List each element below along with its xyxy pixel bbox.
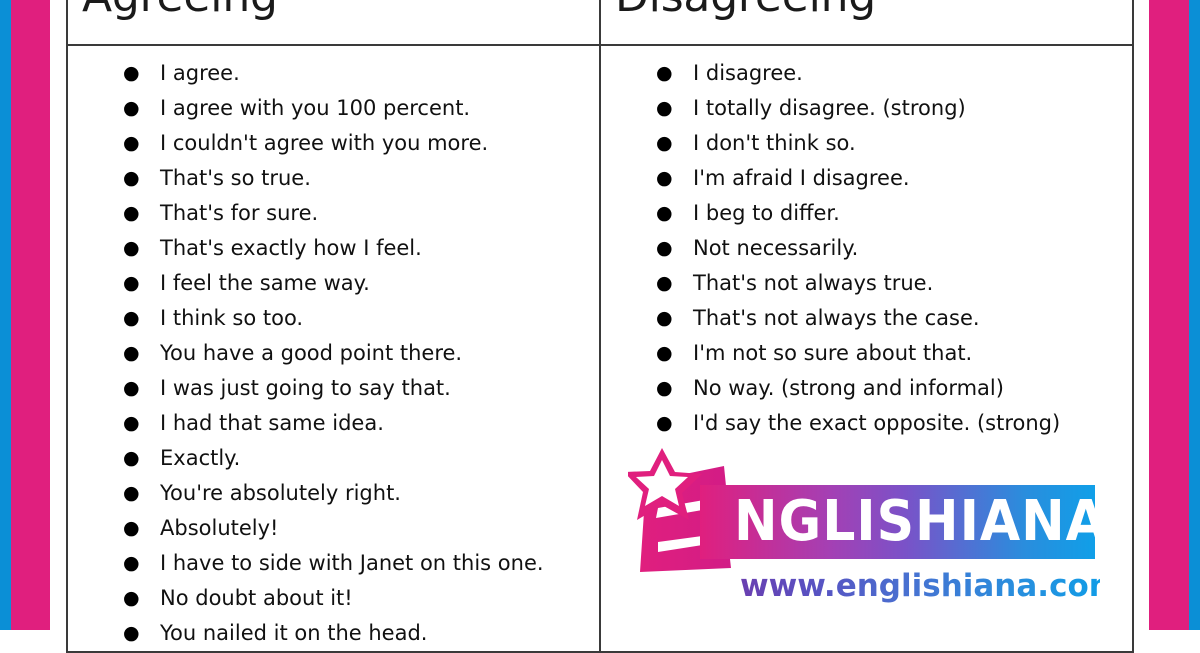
list-item-label: You nailed it on the head. — [160, 621, 428, 645]
list-item-label: I'm not so sure about that. — [693, 341, 973, 365]
bullet-icon: ● — [123, 307, 140, 329]
right-blue-edge-stripe — [1189, 0, 1200, 630]
list-item-label: I couldn't agree with you more. — [160, 131, 489, 155]
list-item-label: I agree with you 100 percent. — [160, 96, 471, 120]
list-item-label: That's exactly how I feel. — [160, 236, 422, 260]
list-item: ● I was just going to say that. — [68, 371, 599, 406]
list-item-label: I have to side with Janet on this one. — [160, 551, 544, 575]
bullet-icon: ● — [123, 202, 140, 224]
bullet-icon: ● — [656, 97, 673, 119]
left-blue-edge-stripe — [0, 0, 11, 630]
logo-wordmark-text: NGLISHIANA — [734, 489, 1107, 554]
list-item-label: You're absolutely right. — [160, 481, 401, 505]
list-item-label: No doubt about it! — [160, 586, 353, 610]
bullet-icon: ● — [656, 167, 673, 189]
logo-website-url[interactable]: www.englishiana.com — [740, 564, 1121, 608]
bullet-icon: ● — [656, 377, 673, 399]
list-item-label: I agree. — [160, 61, 240, 85]
bullet-icon: ● — [656, 272, 673, 294]
list-item-label: I had that same idea. — [160, 411, 384, 435]
list-item: ● That's so true. — [68, 161, 599, 196]
bullet-icon: ● — [656, 202, 673, 224]
list-item: ● Exactly. — [68, 441, 599, 476]
column-body-agreeing: ● I agree. ● I agree with you 100 percent. ●… — [66, 44, 601, 653]
bullet-icon: ● — [123, 412, 140, 434]
list-item-label: Exactly. — [160, 446, 241, 470]
bullet-icon: ● — [123, 342, 140, 364]
list-item-label: Absolutely! — [160, 516, 279, 540]
bullet-icon: ● — [123, 482, 140, 504]
right-pink-edge-stripe — [1149, 0, 1189, 630]
list-item-label: I disagree. — [693, 61, 803, 85]
bullet-icon: ● — [656, 132, 673, 154]
list-item-label: I'm afraid I disagree. — [693, 166, 910, 190]
bullet-icon: ● — [656, 412, 673, 434]
englishiana-logo[interactable]: NGLISHIANA www.englishiana.com — [628, 444, 1121, 622]
column-header-disagreeing: Disagreeing — [599, 0, 1134, 46]
list-item-label: No way. (strong and informal) — [693, 376, 1004, 400]
list-item-label: You have a good point there. — [160, 341, 463, 365]
bullet-icon: ● — [123, 587, 140, 609]
list-item: ● Absolutely! — [68, 511, 599, 546]
list-item: ● I beg to differ. — [601, 196, 1132, 231]
bullet-icon: ● — [123, 237, 140, 259]
list-item-label: I feel the same way. — [160, 271, 370, 295]
agreeing-phrase-list: ● I agree. ● I agree with you 100 percent. ●… — [68, 46, 599, 651]
list-item: ● I don't think so. — [601, 126, 1132, 161]
bullet-icon: ● — [123, 167, 140, 189]
column-header-agreeing-label: Agreeing — [68, 0, 599, 44]
list-item: ● That's for sure. — [68, 196, 599, 231]
list-item: ● I think so too. — [68, 301, 599, 336]
bullet-icon: ● — [123, 97, 140, 119]
list-item-label: Not necessarily. — [693, 236, 859, 260]
bullet-icon: ● — [123, 552, 140, 574]
list-item-label: I'd say the exact opposite. (strong) — [693, 411, 1061, 435]
disagreeing-phrase-list: ● I disagree. ● I totally disagree. (strong… — [601, 46, 1132, 441]
bullet-icon: ● — [656, 62, 673, 84]
list-item-label: I don't think so. — [693, 131, 856, 155]
list-item: ● I'm afraid I disagree. — [601, 161, 1132, 196]
list-item: ● That's exactly how I feel. — [68, 231, 599, 266]
list-item: ● I'm not so sure about that. — [601, 336, 1132, 371]
bullet-icon: ● — [656, 307, 673, 329]
bullet-icon: ● — [656, 342, 673, 364]
list-item: ● No doubt about it! — [68, 581, 599, 616]
table-header-row: Agreeing Disagreeing — [66, 0, 1134, 46]
list-item-label: I beg to differ. — [693, 201, 840, 225]
column-header-disagreeing-label: Disagreeing — [601, 0, 1132, 44]
bullet-icon: ● — [123, 62, 140, 84]
list-item: ● I agree with you 100 percent. — [68, 91, 599, 126]
bullet-icon: ● — [123, 447, 140, 469]
list-item: ● I feel the same way. — [68, 266, 599, 301]
bullet-icon: ● — [123, 132, 140, 154]
bullet-icon: ● — [656, 237, 673, 259]
list-item-label: That's not always true. — [693, 271, 934, 295]
list-item-label: That's for sure. — [160, 201, 319, 225]
bullet-icon: ● — [123, 622, 140, 644]
list-item: ● I have to side with Janet on this one. — [68, 546, 599, 581]
list-item: ● I'd say the exact opposite. (strong) — [601, 406, 1132, 441]
list-item: ● I disagree. — [601, 56, 1132, 91]
bullet-icon: ● — [123, 517, 140, 539]
list-item: ● I agree. — [68, 56, 599, 91]
list-item: ● I totally disagree. (strong) — [601, 91, 1132, 126]
list-item-label: I think so too. — [160, 306, 304, 330]
list-item-label: I was just going to say that. — [160, 376, 451, 400]
list-item: ● I had that same idea. — [68, 406, 599, 441]
left-pink-edge-stripe — [11, 0, 50, 630]
list-item-label: I totally disagree. (strong) — [693, 96, 966, 120]
list-item-label: That's so true. — [160, 166, 311, 190]
bullet-icon: ● — [123, 272, 140, 294]
list-item: ● You're absolutely right. — [68, 476, 599, 511]
list-item: ● I couldn't agree with you more. — [68, 126, 599, 161]
list-item-label: That's not always the case. — [693, 306, 980, 330]
column-header-agreeing: Agreeing — [66, 0, 601, 46]
list-item: ● No way. (strong and informal) — [601, 371, 1132, 406]
list-item: ● Not necessarily. — [601, 231, 1132, 266]
list-item: ● You have a good point there. — [68, 336, 599, 371]
list-item: ● That's not always the case. — [601, 301, 1132, 336]
list-item: ● That's not always true. — [601, 266, 1132, 301]
list-item: ● You nailed it on the head. — [68, 616, 599, 651]
bullet-icon: ● — [123, 377, 140, 399]
